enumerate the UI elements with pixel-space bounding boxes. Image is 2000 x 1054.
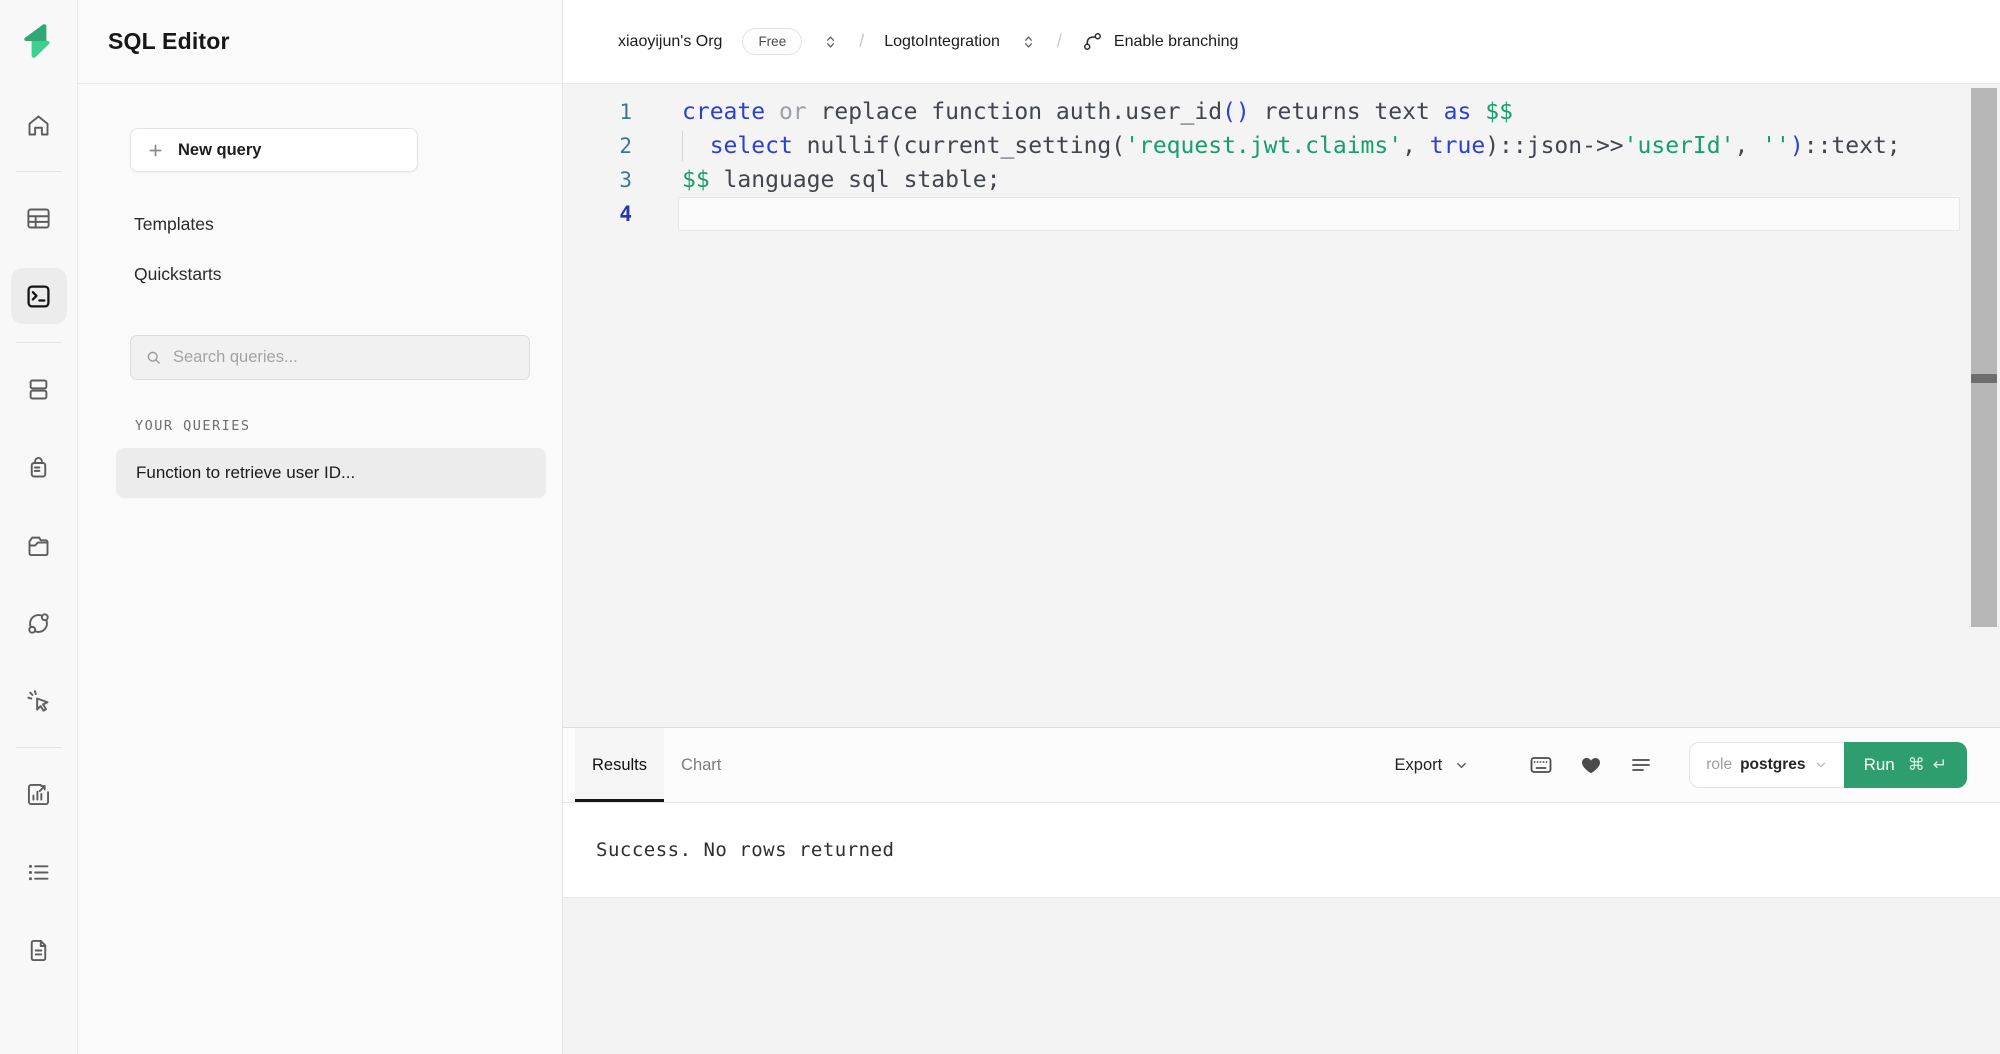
nav-logs[interactable] [11, 844, 67, 900]
line-number: 4 [563, 197, 682, 231]
enter-key-glyph: ↵ [1933, 755, 1947, 775]
supabase-bolt-icon [20, 22, 58, 60]
tab-results[interactable]: Results [575, 728, 664, 802]
format-sql-button[interactable] [1621, 745, 1661, 785]
query-list-item[interactable]: Function to retrieve user ID... [116, 448, 546, 498]
nav-docs[interactable] [11, 922, 67, 978]
run-shortcut: ⌘↵ [1908, 755, 1947, 775]
queries-panel: SQL Editor New query Templates Quickstar… [78, 0, 563, 1054]
line-number: 2 [563, 129, 682, 163]
org-breadcrumb[interactable]: xiaoyijun's Org [618, 33, 722, 51]
plan-badge[interactable]: Free [742, 28, 802, 55]
enable-branching-label: Enable branching [1114, 33, 1239, 51]
align-lines-icon [1629, 753, 1653, 777]
page-title: SQL Editor [108, 28, 230, 55]
nav-database[interactable] [11, 361, 67, 417]
current-line-highlight [678, 197, 1960, 231]
rail-divider [16, 171, 62, 172]
panel-header: SQL Editor [78, 0, 562, 84]
enable-branching-button[interactable]: Enable branching [1082, 31, 1239, 52]
nav-reports[interactable] [11, 766, 67, 822]
role-value: postgres [1740, 756, 1805, 774]
editor-scrollbar[interactable] [1971, 88, 1997, 627]
results-message: Success. No rows returned [596, 839, 894, 861]
line-number: 1 [563, 95, 682, 129]
run-label: Run [1864, 755, 1895, 775]
table-editor-icon [25, 205, 52, 232]
your-queries-heading: YOUR QUERIES [135, 418, 251, 434]
nav-realtime[interactable] [11, 673, 67, 729]
export-button[interactable]: Export [1395, 756, 1470, 775]
rail-divider [16, 747, 62, 748]
new-query-button[interactable]: New query [130, 128, 418, 172]
templates-link[interactable]: Templates [134, 214, 214, 235]
role-select[interactable]: role postgres [1689, 742, 1843, 788]
results-message-row: Success. No rows returned [563, 803, 2000, 897]
keyboard-shortcuts-button[interactable] [1521, 745, 1561, 785]
heart-icon [1579, 753, 1603, 777]
role-label: role [1706, 756, 1732, 774]
tab-chart[interactable]: Chart [664, 728, 738, 802]
favorite-button[interactable] [1571, 745, 1611, 785]
project-breadcrumb[interactable]: LogtoIntegration [884, 33, 1000, 51]
new-query-label: New query [178, 141, 261, 160]
breadcrumb-separator: / [1057, 31, 1062, 52]
query-item-label: Function to retrieve user ID... [136, 463, 355, 483]
line-number: 3 [563, 163, 682, 197]
search-queries-box [130, 335, 530, 380]
toolbar-right-cluster: Export role postgres Run ⌘↵ [1395, 742, 1967, 788]
chevron-down-icon [1814, 758, 1828, 772]
search-icon [144, 348, 163, 367]
code-line-4-current[interactable]: 4 [563, 197, 2000, 231]
nav-table-editor[interactable] [11, 190, 67, 246]
logs-list-icon [25, 859, 52, 886]
main-area: xiaoyijun's Org Free / LogtoIntegration … [563, 0, 2000, 1054]
quickstarts-link[interactable]: Quickstarts [134, 264, 222, 285]
code-line-1[interactable]: 1 create or replace function auth.user_i… [563, 95, 2000, 129]
database-icon [25, 376, 52, 403]
auth-lock-icon [25, 454, 52, 481]
results-footer-area [563, 897, 2000, 1054]
editor-scrollbar-cursor-marker [1971, 374, 1997, 383]
search-queries-input[interactable] [173, 348, 516, 367]
breadcrumb-separator: / [859, 31, 864, 52]
app-icon-rail [0, 0, 78, 1054]
code-line-2[interactable]: 2 select nullif(current_setting('request… [563, 129, 2000, 163]
results-toolbar: Results Chart Export role postgres [563, 727, 2000, 803]
rail-divider [16, 342, 62, 343]
keyboard-icon [1529, 753, 1553, 777]
nav-edge-functions[interactable] [11, 595, 67, 651]
results-tabs: Results Chart [575, 728, 738, 802]
reports-chart-icon [25, 781, 52, 808]
run-control-group: role postgres Run ⌘↵ [1689, 742, 1967, 788]
storage-folder-icon [25, 532, 52, 559]
code-line-3[interactable]: 3 $$ language sql stable; [563, 163, 2000, 197]
sql-code-editor[interactable]: 1 create or replace function auth.user_i… [563, 84, 2000, 727]
cmd-key-glyph: ⌘ [1908, 755, 1925, 775]
org-selector-chevrons-icon[interactable] [822, 32, 839, 52]
editor-lines: 1 create or replace function auth.user_i… [563, 84, 2000, 231]
indent-guide [682, 131, 683, 161]
sql-editor-terminal-icon [25, 283, 52, 310]
export-label: Export [1395, 756, 1443, 775]
git-branch-icon [1082, 31, 1103, 52]
project-selector-chevrons-icon[interactable] [1020, 32, 1037, 52]
supabase-logo[interactable] [20, 22, 58, 60]
nav-home[interactable] [11, 97, 67, 153]
realtime-cursor-icon [25, 688, 52, 715]
nav-sql-editor[interactable] [11, 268, 67, 324]
breadcrumb-bar: xiaoyijun's Org Free / LogtoIntegration … [563, 0, 2000, 84]
edge-functions-icon [25, 610, 52, 637]
run-button[interactable]: Run ⌘↵ [1844, 742, 1967, 788]
nav-storage[interactable] [11, 517, 67, 573]
docs-file-icon [25, 937, 52, 964]
plus-icon [147, 142, 164, 159]
nav-auth[interactable] [11, 439, 67, 495]
chevron-down-icon [1454, 758, 1469, 773]
home-icon [25, 112, 52, 139]
